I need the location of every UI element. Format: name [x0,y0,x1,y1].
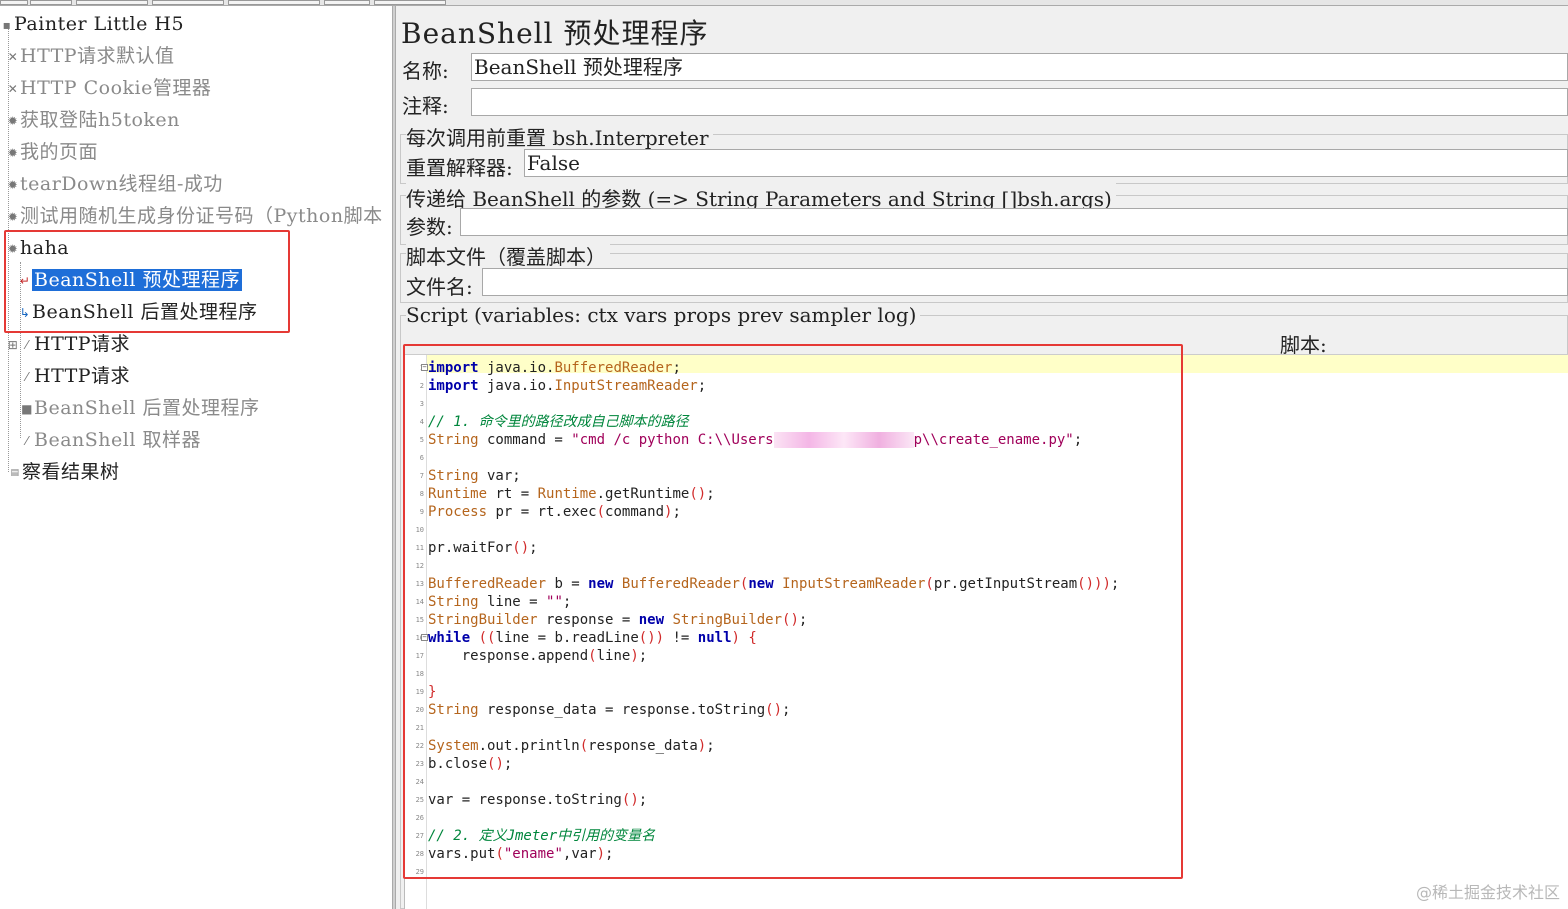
tree-item-http-defaults[interactable]: ✕HTTP请求默认值 [6,41,175,71]
tree-item-beanshell-sampler[interactable]: ⁄ BeanShell 取样器 [20,425,201,455]
config-icon: ✕ [7,82,19,96]
watermark: @稀土掘金技术社区 [1415,883,1560,902]
gear-icon: ✹ [7,210,19,224]
script-group-title: Script (variables: ctx vars props prev s… [406,303,921,327]
testplan-icon: ▪ [2,18,12,32]
name-field[interactable]: BeanShell 预处理程序 [471,53,1568,81]
file-group-title: 脚本文件（覆盖脚本） [406,241,610,270]
tree-item-test-plan[interactable]: ▪ Painter Little H5 [0,9,184,39]
tree-item-login-token[interactable]: ✹获取登陆h5token [6,105,180,135]
name-label: 名称: [402,59,449,83]
tree-item-http-request-2[interactable]: ⁄ HTTP请求 [20,361,130,391]
tree-item-random-id[interactable]: ✹测试用随机生成身份证号码（Python脚本 [6,201,383,231]
gear-icon: ✹ [7,178,19,192]
expand-icon[interactable]: ⊞ [6,330,20,360]
reset-group-title: 每次调用前重置 bsh.Interpreter [406,122,713,151]
file-label: 文件名: [406,275,473,299]
sampler-icon: ⁄ [25,370,29,384]
toolbar-button[interactable] [152,0,224,5]
tree-item-my-page[interactable]: ✹我的页面 [6,137,98,167]
toolbar-button[interactable] [0,0,28,5]
params-field[interactable] [460,208,1568,236]
beanshell-editor-panel: BeanShell 预处理程序 名称: BeanShell 预处理程序 注释: … [396,6,1568,909]
tree-item-beanshell-postprocessor-2[interactable]: ■BeanShell 后置处理程序 [20,393,259,423]
sampler-icon: ⁄ [25,434,29,448]
toolbar-button[interactable] [228,0,320,5]
reset-label: 重置解释器: [406,156,513,180]
filename-field[interactable] [482,268,1568,296]
postprocessor-icon: ■ [21,402,33,416]
test-plan-tree: ▪ Painter Little H5 ✕HTTP请求默认值 ✕HTTP Cook… [0,6,392,909]
tree-item-results-tree[interactable]: ▤ 察看结果树 [8,457,120,487]
comment-field[interactable] [471,88,1568,116]
gear-icon: ✹ [7,114,19,128]
tree-item-http-request-1[interactable]: ⊞ ⁄ HTTP请求 [6,329,130,359]
config-icon: ✕ [7,50,19,64]
toolbar-button[interactable] [30,0,72,5]
toolbar-button[interactable] [374,0,446,5]
panel-title: BeanShell 预处理程序 [401,17,709,50]
reset-interpreter-field[interactable]: False [524,149,1568,177]
toolbar-button[interactable] [324,0,370,5]
highlight-box [4,230,290,333]
sampler-icon: ⁄ [25,338,29,352]
tree-item-cookie-manager[interactable]: ✕HTTP Cookie管理器 [6,73,211,103]
highlight-box [403,344,1183,879]
listener-icon: ▤ [10,468,20,478]
gear-icon: ✹ [7,146,19,160]
comment-label: 注释: [402,94,449,118]
tree-item-teardown[interactable]: ✹tearDown线程组-成功 [6,169,223,199]
toolbar-button[interactable] [76,0,148,5]
params-label: 参数: [406,215,453,239]
